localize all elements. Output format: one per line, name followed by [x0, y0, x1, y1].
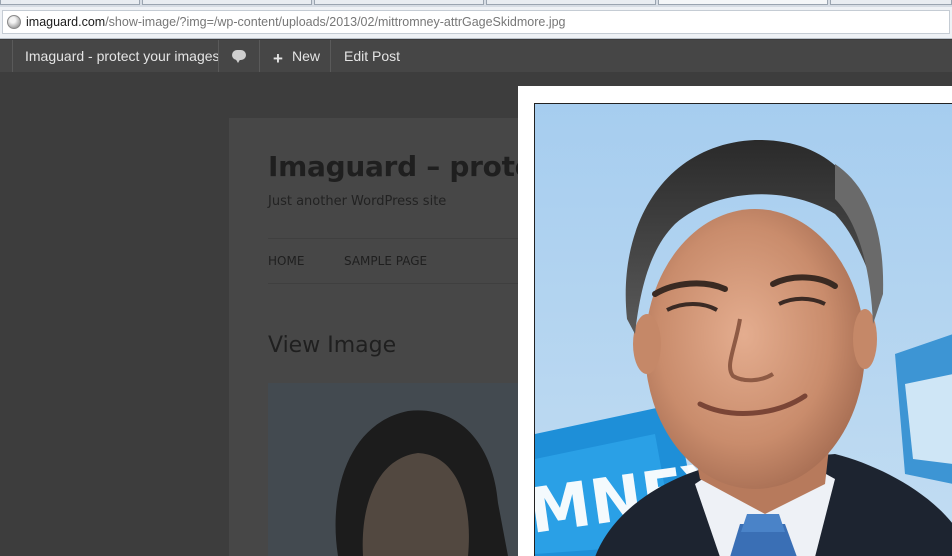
browser-tab[interactable] — [142, 0, 312, 5]
comment-icon[interactable] — [232, 50, 246, 63]
url-path: /show-image/?img=/wp-content/uploads/201… — [105, 15, 566, 29]
nav-item-sample-page[interactable]: SAMPLE PAGE — [344, 254, 427, 268]
browser-tab[interactable] — [486, 0, 656, 5]
plus-icon[interactable]: + — [273, 49, 283, 69]
url-field[interactable]: imaguard.com/show-image/?img=/wp-content… — [2, 10, 950, 34]
browser-tab-strip — [0, 0, 952, 7]
wp-admin-bar: Imaguard - protect your images New Edit … — [0, 40, 952, 72]
admin-bar-new[interactable]: New — [292, 40, 320, 72]
dimmed-portrait-image — [268, 383, 518, 556]
admin-bar-divider — [12, 40, 13, 72]
browser-tab-active[interactable] — [658, 0, 828, 5]
nav-divider — [268, 283, 528, 284]
browser-tab[interactable] — [314, 0, 484, 5]
browser-tab[interactable] — [830, 0, 952, 5]
address-bar: imaguard.com/show-image/?img=/wp-content… — [0, 7, 952, 39]
admin-bar-site-name[interactable]: Imaguard - protect your images — [25, 40, 220, 72]
page-title: View Image — [268, 333, 397, 358]
url-text: imaguard.com/show-image/?img=/wp-content… — [26, 15, 566, 30]
admin-bar-edit-post[interactable]: Edit Post — [344, 40, 400, 72]
admin-bar-divider — [330, 40, 331, 72]
nav-item-home[interactable]: HOME — [268, 254, 304, 268]
url-domain: imaguard.com — [26, 15, 106, 29]
browser-tab[interactable] — [0, 0, 140, 5]
globe-icon — [7, 15, 21, 29]
admin-bar-divider — [218, 40, 219, 72]
site-description: Just another WordPress site — [268, 194, 447, 209]
admin-bar-divider — [259, 40, 260, 72]
portrait-photo: MNEY — [534, 103, 952, 556]
nav-divider — [268, 238, 528, 239]
